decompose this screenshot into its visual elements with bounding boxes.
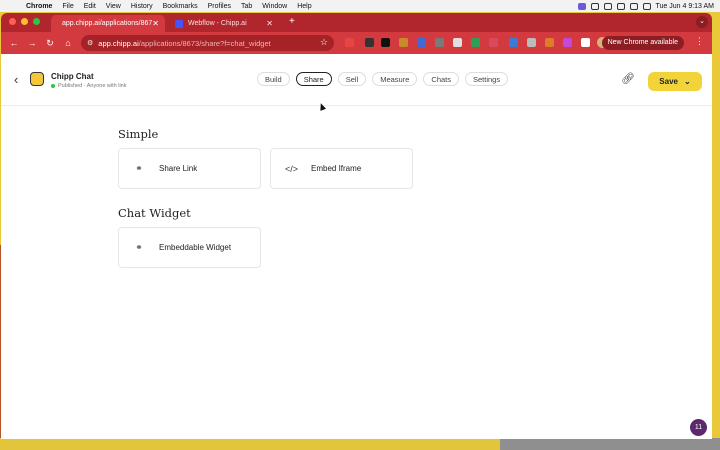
site-info-icon[interactable]: ⚙: [87, 39, 93, 47]
webflow-favicon-icon: [175, 19, 183, 28]
url-path: /applications/8673/share?f=chat_widget: [138, 38, 271, 48]
chrome-menu-icon[interactable]: ⋮: [695, 36, 704, 47]
copy-link-icon[interactable]: 🔗︎: [621, 72, 635, 85]
close-tab-icon[interactable]: ✕: [266, 19, 273, 28]
save-label: Save: [659, 77, 678, 86]
tab-strip: app.chipp.ai/applications/867 ✕ Webflow …: [1, 13, 712, 32]
extension-icon[interactable]: [563, 38, 572, 47]
app-status: Published · Anyone with link: [51, 83, 126, 89]
wifi-icon[interactable]: [629, 2, 638, 10]
app-nav-tabs: Build Share Sell Measure Chats Settings: [257, 72, 509, 86]
browser-tab-webflow[interactable]: Webflow - Chipp.ai ✕: [169, 15, 279, 32]
tab-build[interactable]: Build: [257, 72, 290, 86]
tab-measure[interactable]: Measure: [372, 72, 418, 86]
chipp-logo-icon: [30, 72, 44, 86]
menu-edit[interactable]: Edit: [84, 3, 96, 10]
save-button[interactable]: Save ⌄: [648, 72, 702, 91]
address-bar[interactable]: ⚙ app.chipp.ai/applications/8673/share?f…: [81, 35, 334, 51]
menubar-clock[interactable]: Tue Jun 4 9:13 AM: [656, 3, 715, 10]
share-link-label: Share Link: [159, 164, 198, 173]
app-header: ‹ Chipp Chat Published · Anyone with lin…: [1, 54, 712, 106]
browser-tab-chipp[interactable]: app.chipp.ai/applications/867 ✕: [51, 15, 165, 32]
published-status-icon: [51, 84, 55, 88]
embed-iframe-card[interactable]: </> Embed Iframe: [270, 148, 413, 189]
link-icon: ⚭: [135, 163, 143, 173]
share-link-card[interactable]: ⚭ Share Link: [118, 148, 261, 189]
link-icon: ⚭: [135, 242, 143, 252]
extension-icon[interactable]: [345, 38, 354, 47]
window-controls: [9, 18, 40, 25]
embeddable-widget-card[interactable]: ⚭ Embeddable Widget: [118, 227, 261, 268]
menu-bookmarks[interactable]: Bookmarks: [163, 3, 198, 10]
back-icon[interactable]: ←: [5, 38, 23, 48]
extension-icon[interactable]: [489, 38, 498, 47]
menu-help[interactable]: Help: [297, 3, 311, 10]
menu-window[interactable]: Window: [262, 3, 287, 10]
menu-app-name[interactable]: Chrome: [26, 3, 52, 10]
tab-title: app.chipp.ai/applications/867: [62, 20, 153, 27]
tab-sell[interactable]: Sell: [337, 72, 367, 86]
status-tray: Tue Jun 4 9:13 AM: [577, 0, 715, 12]
new-chrome-available-button[interactable]: New Chrome available: [601, 36, 684, 50]
menu-history[interactable]: History: [131, 3, 153, 10]
menu-file[interactable]: File: [62, 3, 73, 10]
close-tab-icon[interactable]: ✕: [152, 19, 159, 28]
tray-icon[interactable]: [590, 2, 599, 10]
embeddable-widget-label: Embeddable Widget: [159, 243, 232, 252]
code-icon: </>: [285, 163, 299, 174]
tab-search-icon[interactable]: ⌄: [696, 16, 708, 28]
extension-icon[interactable]: [453, 38, 462, 47]
minimize-window-icon[interactable]: [21, 18, 28, 25]
desktop-dock-area: [500, 438, 720, 450]
notification-badge[interactable]: 11: [690, 419, 707, 436]
menu-tab[interactable]: Tab: [241, 3, 252, 10]
extension-icon[interactable]: [471, 38, 480, 47]
back-chevron-icon[interactable]: ‹: [14, 72, 18, 87]
embed-iframe-label: Embed Iframe: [311, 164, 362, 173]
tray-icon[interactable]: [616, 2, 625, 10]
url-host: app.chipp.ai: [98, 38, 139, 48]
fullscreen-window-icon[interactable]: [33, 18, 40, 25]
menu-profiles[interactable]: Profiles: [208, 3, 231, 10]
new-tab-icon[interactable]: +: [289, 16, 295, 27]
tab-share[interactable]: Share: [295, 72, 332, 86]
extension-icon[interactable]: [399, 38, 408, 47]
section-title-chat-widget: Chat Widget: [118, 206, 191, 220]
home-icon[interactable]: ⌂: [59, 38, 77, 48]
battery-icon[interactable]: [642, 2, 651, 10]
reload-icon[interactable]: ↻: [41, 38, 59, 49]
app-status-text: Published · Anyone with link: [58, 83, 127, 89]
section-title-simple: Simple: [118, 127, 159, 141]
tab-settings[interactable]: Settings: [465, 72, 509, 86]
tab-title: Webflow - Chipp.ai: [188, 20, 247, 27]
menu-view[interactable]: View: [106, 3, 121, 10]
extensions-puzzle-icon[interactable]: [581, 38, 590, 47]
app-name: Chipp Chat: [51, 72, 94, 81]
close-window-icon[interactable]: [9, 18, 16, 25]
extension-icon[interactable]: [509, 38, 518, 47]
extension-icon[interactable]: [527, 38, 536, 47]
extension-icon[interactable]: [381, 38, 390, 47]
browser-toolbar: ← → ↻ ⌂ ⚙ app.chipp.ai/applications/8673…: [1, 32, 712, 54]
extension-icon[interactable]: [417, 38, 426, 47]
screen-icon[interactable]: [577, 2, 586, 10]
tab-chats[interactable]: Chats: [423, 72, 459, 86]
tray-icon[interactable]: [603, 2, 612, 10]
browser-window: app.chipp.ai/applications/867 ✕ Webflow …: [1, 13, 712, 439]
extension-icon[interactable]: [545, 38, 554, 47]
chevron-down-icon: ⌄: [683, 77, 691, 86]
mac-menubar: Chrome File Edit View History Bookmarks …: [0, 0, 720, 12]
extension-icon[interactable]: [365, 38, 374, 47]
bookmark-star-icon[interactable]: ☆: [320, 37, 328, 48]
extension-icon[interactable]: [435, 38, 444, 47]
forward-icon[interactable]: →: [23, 38, 41, 48]
